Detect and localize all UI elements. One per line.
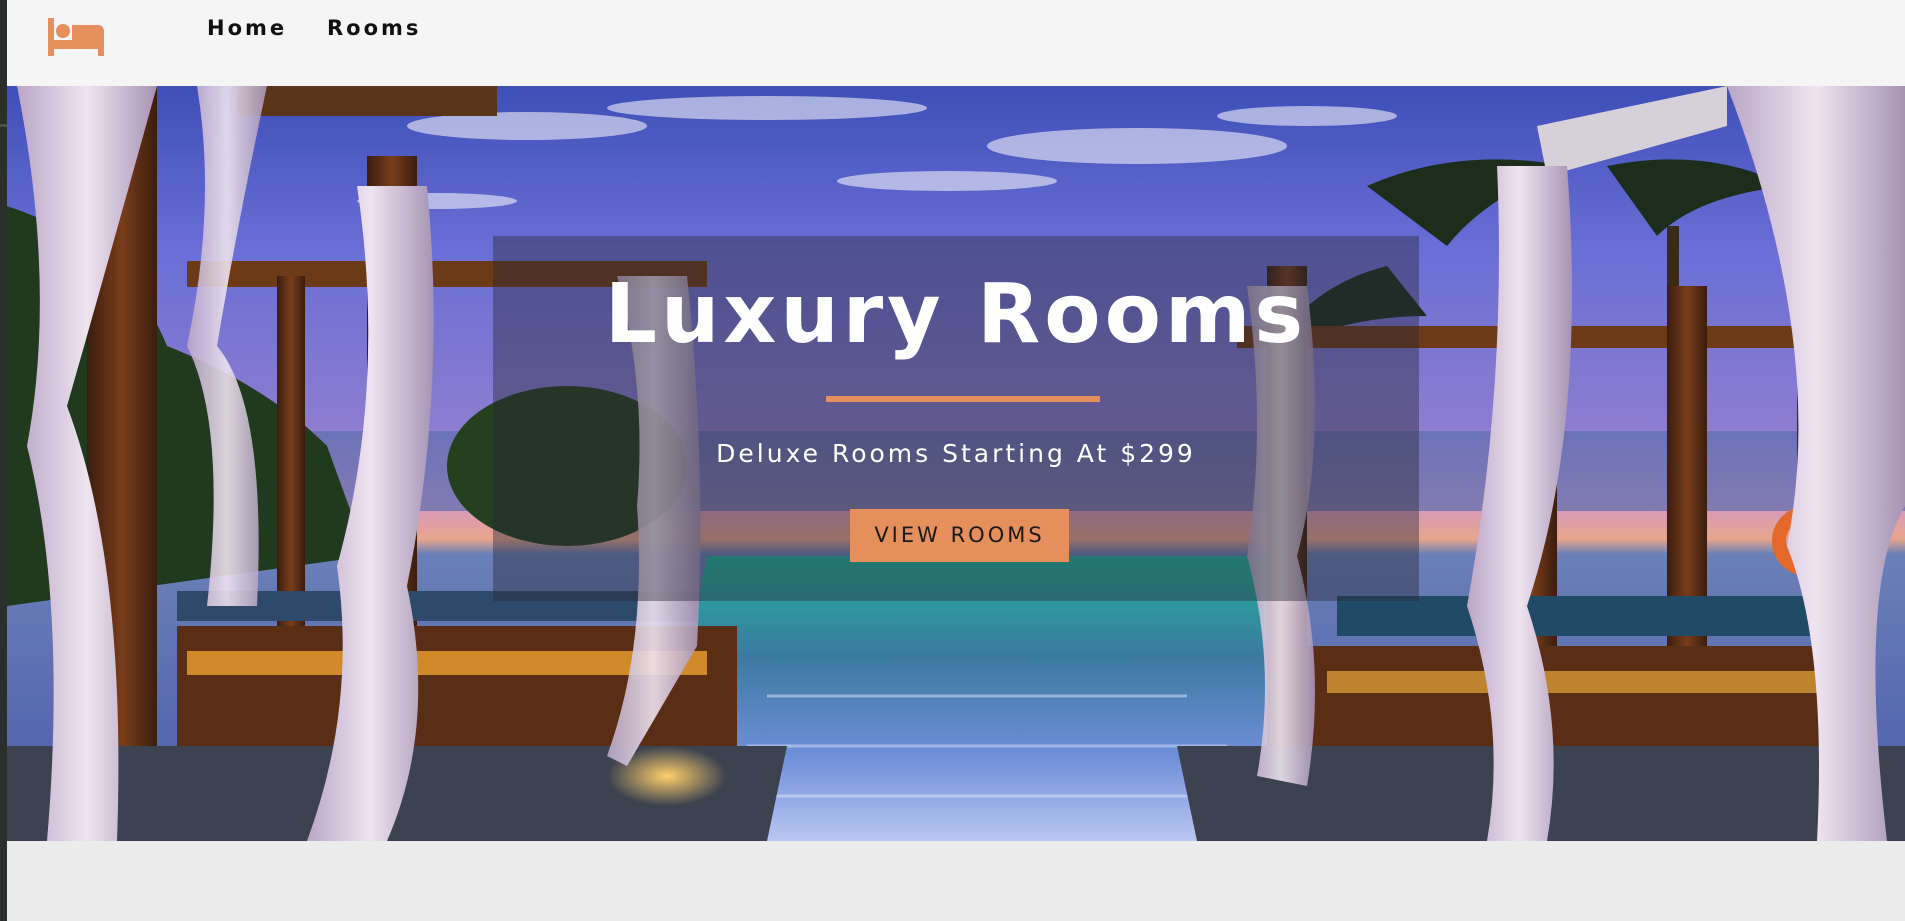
edge-marker [0,124,7,127]
bed-icon [48,18,104,56]
view-rooms-button[interactable]: VIEW ROOMS [850,509,1069,562]
hero-section: Luxury Rooms Deluxe Rooms Starting At $2… [7,86,1905,841]
nav-link-home[interactable]: Home [207,16,287,40]
nav-link-rooms[interactable]: Rooms [327,16,421,40]
window-left-edge [0,0,7,921]
hero-banner: Luxury Rooms Deluxe Rooms Starting At $2… [493,236,1419,601]
page: Home Rooms Luxury Rooms Deluxe Rooms Sta… [7,0,1905,921]
hero-title-underline [826,396,1100,402]
logo-link[interactable] [48,18,106,56]
navbar: Home Rooms [7,0,1905,86]
hero-subtitle: Deluxe Rooms Starting At $299 [716,439,1196,468]
hero-title: Luxury Rooms [604,267,1308,362]
